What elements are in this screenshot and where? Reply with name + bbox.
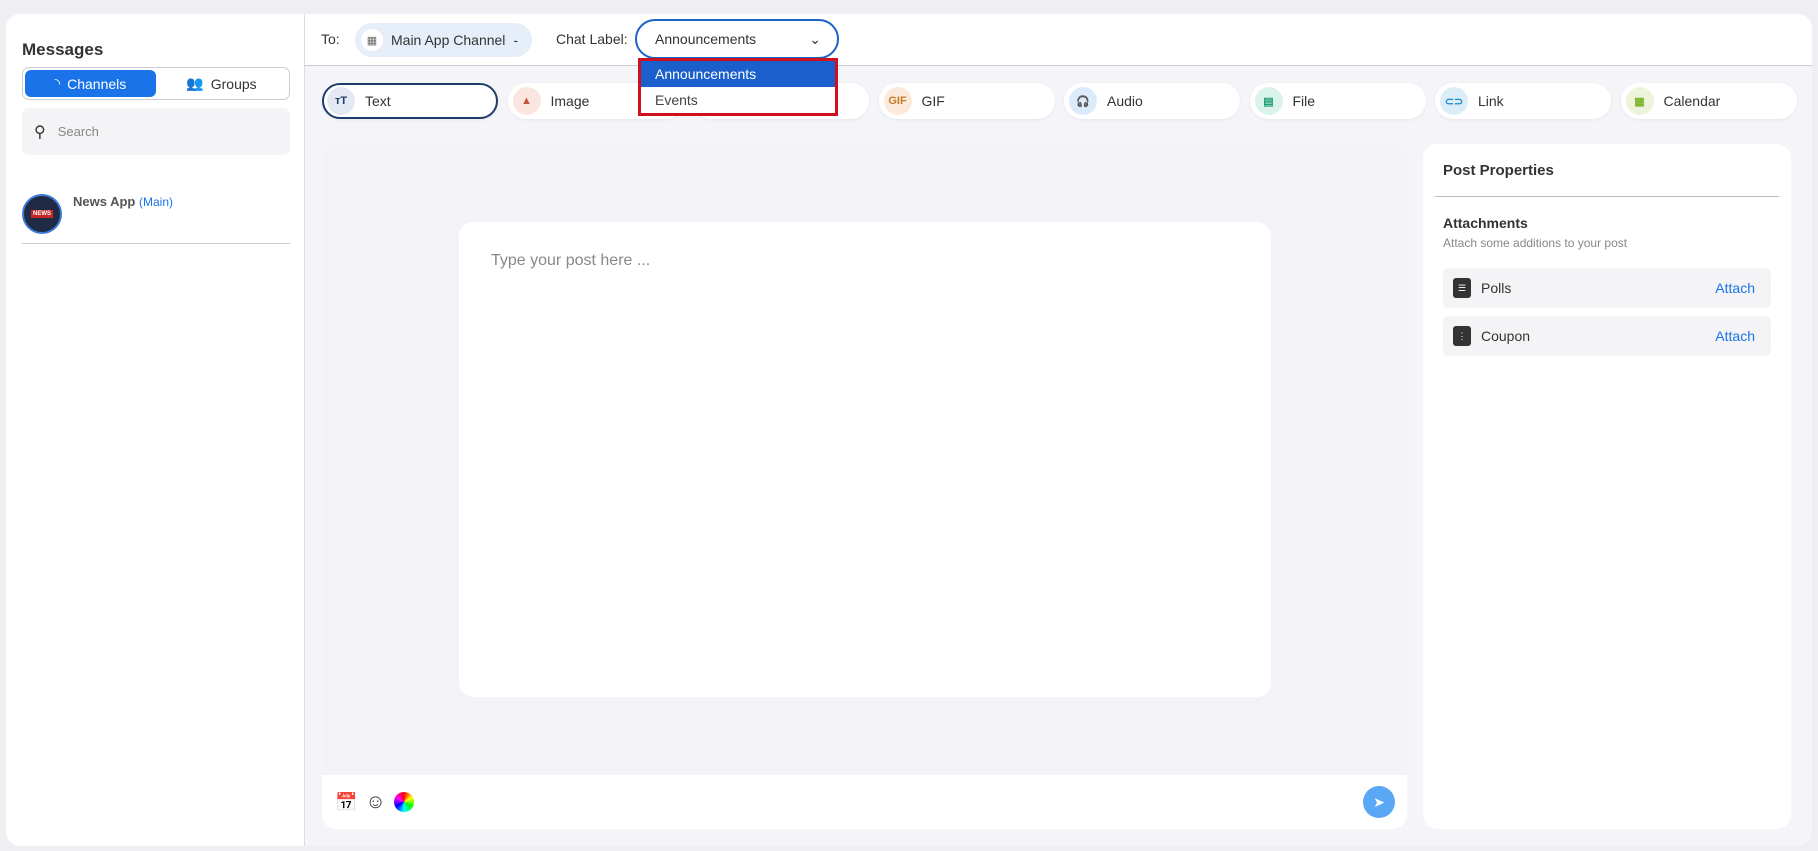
- tab-audio[interactable]: 🎧 Audio: [1064, 83, 1240, 119]
- channel-name: News App: [73, 194, 136, 209]
- tab-label: Calendar: [1663, 93, 1721, 109]
- sidebar: Messages ◝ Channels 👥 Groups ⚲ Search NEWS …: [6, 14, 305, 846]
- tab-label: Image: [550, 93, 590, 109]
- sidebar-title: Messages: [22, 40, 104, 59]
- tab-label: Link: [1478, 93, 1504, 109]
- dashboard-icon: ▦: [361, 29, 383, 51]
- channels-label: Channels: [67, 75, 127, 92]
- color-wheel-icon[interactable]: [393, 792, 414, 812]
- send-button[interactable]: ➤: [1363, 786, 1395, 818]
- attachments-subtitle: Attach some additions to your post: [1443, 236, 1628, 250]
- gif-icon: GIF: [883, 87, 912, 115]
- editor-toolbar: 📅 ☺ ➤: [322, 775, 1407, 829]
- channels-tab[interactable]: ◝ Channels: [25, 70, 156, 97]
- compose-header: To: ▦ Main App Channel - Chat Label: Annou…: [305, 14, 1812, 66]
- avatar-logo: NEWS: [31, 210, 53, 218]
- headphones-icon: 🎧: [1069, 87, 1097, 115]
- tab-text[interactable]: ᴛT Text: [322, 83, 498, 119]
- tab-link[interactable]: ⊂⊃ Link: [1435, 83, 1611, 119]
- chat-label-select[interactable]: Announcements ⌄: [635, 19, 839, 59]
- recipient-chip[interactable]: ▦ Main App Channel -: [355, 23, 532, 57]
- rss-icon: ◝: [54, 75, 61, 91]
- selected-label: Announcements: [655, 31, 757, 47]
- poll-icon: ☰: [1453, 278, 1471, 298]
- search-input[interactable]: ⚲ Search: [22, 108, 290, 155]
- calendar-icon: ▦: [1625, 87, 1654, 115]
- tab-file[interactable]: ▤ File: [1249, 83, 1426, 119]
- tab-label: Audio: [1107, 93, 1143, 109]
- editor-card: Type your post here ... 📅 ☺ ➤: [322, 144, 1407, 829]
- recipient-name: Main App Channel: [391, 32, 506, 48]
- tab-calendar[interactable]: ▦ Calendar: [1620, 83, 1797, 119]
- option-announcements[interactable]: Announcements: [641, 61, 835, 87]
- tab-label: Text: [365, 93, 391, 109]
- search-placeholder: Search: [57, 124, 99, 139]
- chat-label: Chat Label:: [556, 31, 628, 47]
- attachment-label: Coupon: [1481, 328, 1531, 344]
- chevron-down-icon: ⌄: [809, 30, 821, 47]
- attachment-label: Polls: [1481, 280, 1512, 296]
- image-icon: ▲: [512, 87, 541, 115]
- avatar: NEWS: [22, 194, 62, 234]
- file-icon: ▤: [1254, 87, 1283, 115]
- tab-gif[interactable]: GIF GIF: [878, 83, 1055, 119]
- to-label: To:: [321, 31, 340, 47]
- calendar-icon[interactable]: 📅: [335, 792, 357, 813]
- text-icon: ᴛT: [327, 87, 355, 115]
- main-panel: To: ▦ Main App Channel - Chat Label: Annou…: [305, 14, 1812, 846]
- link-icon: ⊂⊃: [1440, 87, 1468, 115]
- chat-label-dropdown: Announcements Events: [638, 58, 838, 116]
- coupon-icon: ⋮: [1453, 326, 1471, 346]
- search-icon: ⚲: [34, 123, 46, 141]
- users-icon: 👥: [186, 75, 204, 91]
- attach-polls-button[interactable]: Attach: [1715, 280, 1755, 296]
- channel-tag: (Main): [138, 195, 173, 209]
- option-events[interactable]: Events: [641, 87, 835, 113]
- groups-label: Groups: [210, 75, 257, 92]
- emoji-icon[interactable]: ☺: [365, 791, 385, 814]
- attachment-coupon: ⋮ Coupon Attach: [1443, 316, 1771, 356]
- channel-list-item[interactable]: NEWS News App (Main): [22, 192, 290, 244]
- post-properties-panel: Post Properties Attachments Attach some …: [1423, 144, 1791, 829]
- send-icon: ➤: [1373, 793, 1385, 810]
- props-title: Post Properties: [1443, 162, 1554, 179]
- post-placeholder: Type your post here ...: [491, 252, 651, 269]
- groups-tab[interactable]: 👥 Groups: [156, 70, 287, 97]
- remove-recipient-button[interactable]: -: [513, 32, 518, 48]
- tab-label: File: [1292, 93, 1316, 109]
- post-textarea[interactable]: Type your post here ...: [459, 222, 1271, 697]
- tab-label: GIF: [921, 93, 945, 109]
- attachment-polls: ☰ Polls Attach: [1443, 268, 1771, 308]
- attach-coupon-button[interactable]: Attach: [1715, 328, 1755, 344]
- channel-group-toggle: ◝ Channels 👥 Groups: [22, 67, 290, 100]
- attachments-title: Attachments: [1443, 215, 1528, 231]
- divider: [1435, 196, 1779, 197]
